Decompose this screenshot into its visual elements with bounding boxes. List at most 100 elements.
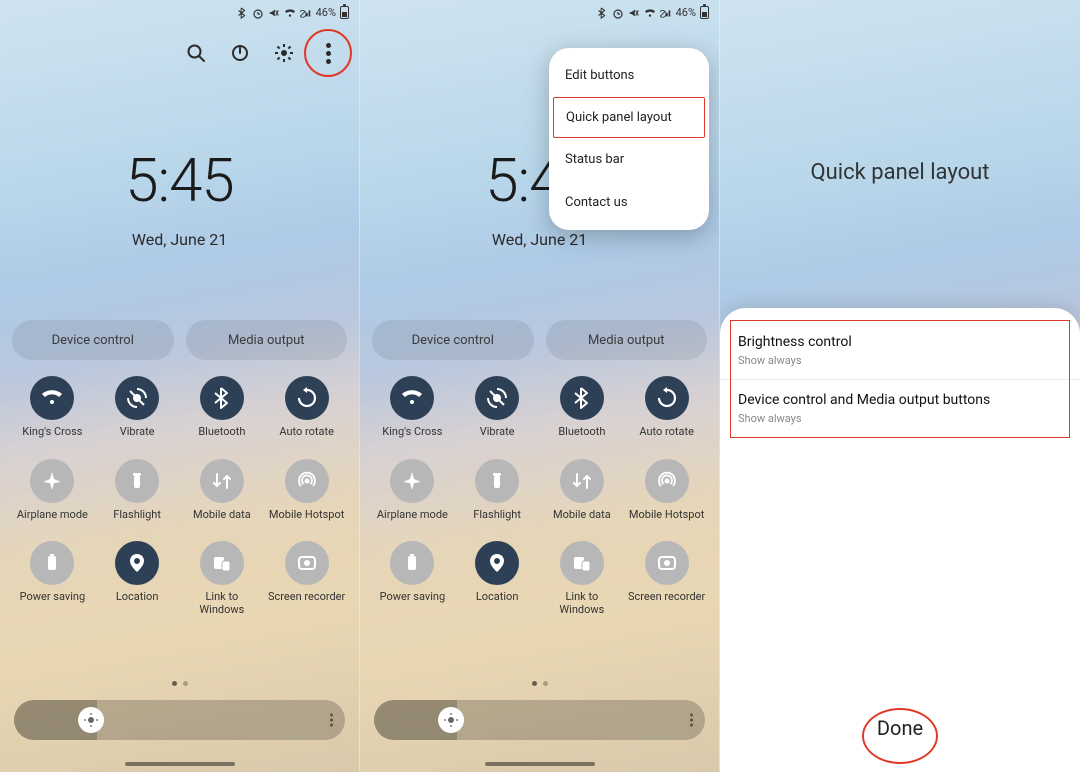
- toggle-flash[interactable]: Flashlight: [455, 459, 540, 522]
- settings-button[interactable]: [271, 40, 297, 66]
- mdata-icon: [200, 459, 244, 503]
- flash-icon: [115, 459, 159, 503]
- alarm-status-icon: [612, 7, 624, 19]
- menu-quick-panel-layout[interactable]: Quick panel layout: [553, 97, 705, 138]
- search-button[interactable]: [183, 40, 209, 66]
- toggle-label: Location: [476, 591, 519, 604]
- toggle-label: Mobile data: [553, 509, 611, 522]
- brightness-slider[interactable]: [374, 700, 705, 740]
- home-indicator[interactable]: [125, 762, 235, 766]
- toggle-mdata[interactable]: Mobile data: [540, 459, 625, 522]
- home-indicator[interactable]: [485, 762, 595, 766]
- settings-sheet: Brightness control Show always Device co…: [720, 308, 1080, 772]
- battery-percent: 46%: [676, 6, 696, 19]
- toggle-bluetooth[interactable]: Bluetooth: [540, 376, 625, 439]
- panel-pills: Device control Media output: [12, 320, 347, 360]
- bluetooth-status-icon: [236, 7, 248, 19]
- link-icon: [200, 541, 244, 585]
- vibrate-icon: [475, 376, 519, 420]
- toggle-label: Airplane mode: [17, 509, 88, 522]
- more-button[interactable]: [315, 40, 341, 66]
- toggle-power[interactable]: Power saving: [370, 541, 455, 616]
- media-output-pill[interactable]: Media output: [186, 320, 348, 360]
- battery-icon: [700, 6, 709, 19]
- brightness-knob-icon: [438, 707, 464, 733]
- power-icon: [30, 541, 74, 585]
- brightness-more-button[interactable]: [690, 714, 693, 727]
- menu-edit-buttons[interactable]: Edit buttons: [549, 54, 709, 97]
- toggle-link[interactable]: Link to Windows: [540, 541, 625, 616]
- screen-3-layout-settings: Quick panel layout Brightness control Sh…: [720, 0, 1080, 772]
- toggle-wifi[interactable]: King's Cross: [370, 376, 455, 439]
- vibrate-icon: [115, 376, 159, 420]
- screen-2-menu-open: 46% 5:45 Wed, June 21 Device control Med…: [360, 0, 720, 772]
- toggle-record[interactable]: Screen recorder: [264, 541, 349, 616]
- battery-icon: [340, 6, 349, 19]
- page-indicator: [0, 681, 359, 686]
- screen-1-quick-panel: 46% 5:45 Wed, June 21 Device control Med…: [0, 0, 360, 772]
- media-output-pill[interactable]: Media output: [546, 320, 708, 360]
- toggle-bluetooth[interactable]: Bluetooth: [180, 376, 265, 439]
- mute-status-icon: [268, 7, 280, 19]
- toggle-label: Vibrate: [480, 426, 515, 439]
- toggle-wifi[interactable]: King's Cross: [10, 376, 95, 439]
- wifi-icon: [390, 376, 434, 420]
- wifi-status-icon: [284, 7, 296, 19]
- toggle-label: Flashlight: [473, 509, 521, 522]
- bluetooth-status-icon: [596, 7, 608, 19]
- toggle-rotate[interactable]: Auto rotate: [624, 376, 709, 439]
- highlight-circle: [304, 29, 352, 77]
- toggle-flash[interactable]: Flashlight: [95, 459, 180, 522]
- airplane-icon: [390, 459, 434, 503]
- toggle-hotspot[interactable]: Mobile Hotspot: [264, 459, 349, 522]
- toggle-label: Flashlight: [113, 509, 161, 522]
- toggle-label: Vibrate: [120, 426, 155, 439]
- toggle-mdata[interactable]: Mobile data: [180, 459, 265, 522]
- quick-toggle-grid: King's Cross Vibrate BluetoothAuto rotate A…: [0, 376, 359, 617]
- mdata-icon: [560, 459, 604, 503]
- toggle-label: Screen recorder: [628, 591, 705, 604]
- overflow-menu: Edit buttons Quick panel layout Status b…: [549, 48, 709, 230]
- toggle-location[interactable]: Location: [95, 541, 180, 616]
- quick-toggle-grid: King's Cross Vibrate Bluetooth Auto rotate A…: [360, 376, 719, 617]
- rotate-icon: [285, 376, 329, 420]
- highlight-done: [862, 708, 938, 764]
- bluetooth-icon: [200, 376, 244, 420]
- toggle-label: Location: [116, 591, 159, 604]
- toggle-label: Mobile data: [193, 509, 251, 522]
- airplane-icon: [30, 459, 74, 503]
- toggle-label: Mobile Hotspot: [269, 509, 344, 522]
- toggle-label: Power saving: [20, 591, 86, 604]
- hotspot-icon: [285, 459, 329, 503]
- link-icon: [560, 541, 604, 585]
- toggle-rotate[interactable]: Auto rotate: [264, 376, 349, 439]
- toggle-vibrate[interactable]: Vibrate: [455, 376, 540, 439]
- device-control-pill[interactable]: Device control: [12, 320, 174, 360]
- wifi-status-icon: [644, 7, 656, 19]
- toggle-record[interactable]: Screen recorder: [624, 541, 709, 616]
- menu-status-bar[interactable]: Status bar: [549, 138, 709, 181]
- device-control-pill[interactable]: Device control: [372, 320, 534, 360]
- highlight-rows: [730, 320, 1070, 438]
- toggle-label: Auto rotate: [639, 426, 694, 439]
- location-icon: [475, 541, 519, 585]
- toggle-label: Link to Windows: [183, 591, 261, 616]
- toggle-label: Link to Windows: [543, 591, 621, 616]
- toggle-airplane[interactable]: Airplane mode: [370, 459, 455, 522]
- power-icon: [390, 541, 434, 585]
- toggle-link[interactable]: Link to Windows: [180, 541, 265, 616]
- time-text: 5:45: [0, 145, 359, 216]
- power-button[interactable]: [227, 40, 253, 66]
- brightness-more-button[interactable]: [330, 714, 333, 727]
- toggle-location[interactable]: Location: [455, 541, 540, 616]
- brightness-slider[interactable]: [14, 700, 345, 740]
- toggle-hotspot[interactable]: Mobile Hotspot: [624, 459, 709, 522]
- toggle-power[interactable]: Power saving: [10, 541, 95, 616]
- battery-percent: 46%: [316, 6, 336, 19]
- toggle-label: Screen recorder: [268, 591, 345, 604]
- toggle-vibrate[interactable]: Vibrate: [95, 376, 180, 439]
- alarm-status-icon: [252, 7, 264, 19]
- no-signal-status-icon: [300, 7, 312, 19]
- toggle-airplane[interactable]: Airplane mode: [10, 459, 95, 522]
- menu-contact-us[interactable]: Contact us: [549, 181, 709, 224]
